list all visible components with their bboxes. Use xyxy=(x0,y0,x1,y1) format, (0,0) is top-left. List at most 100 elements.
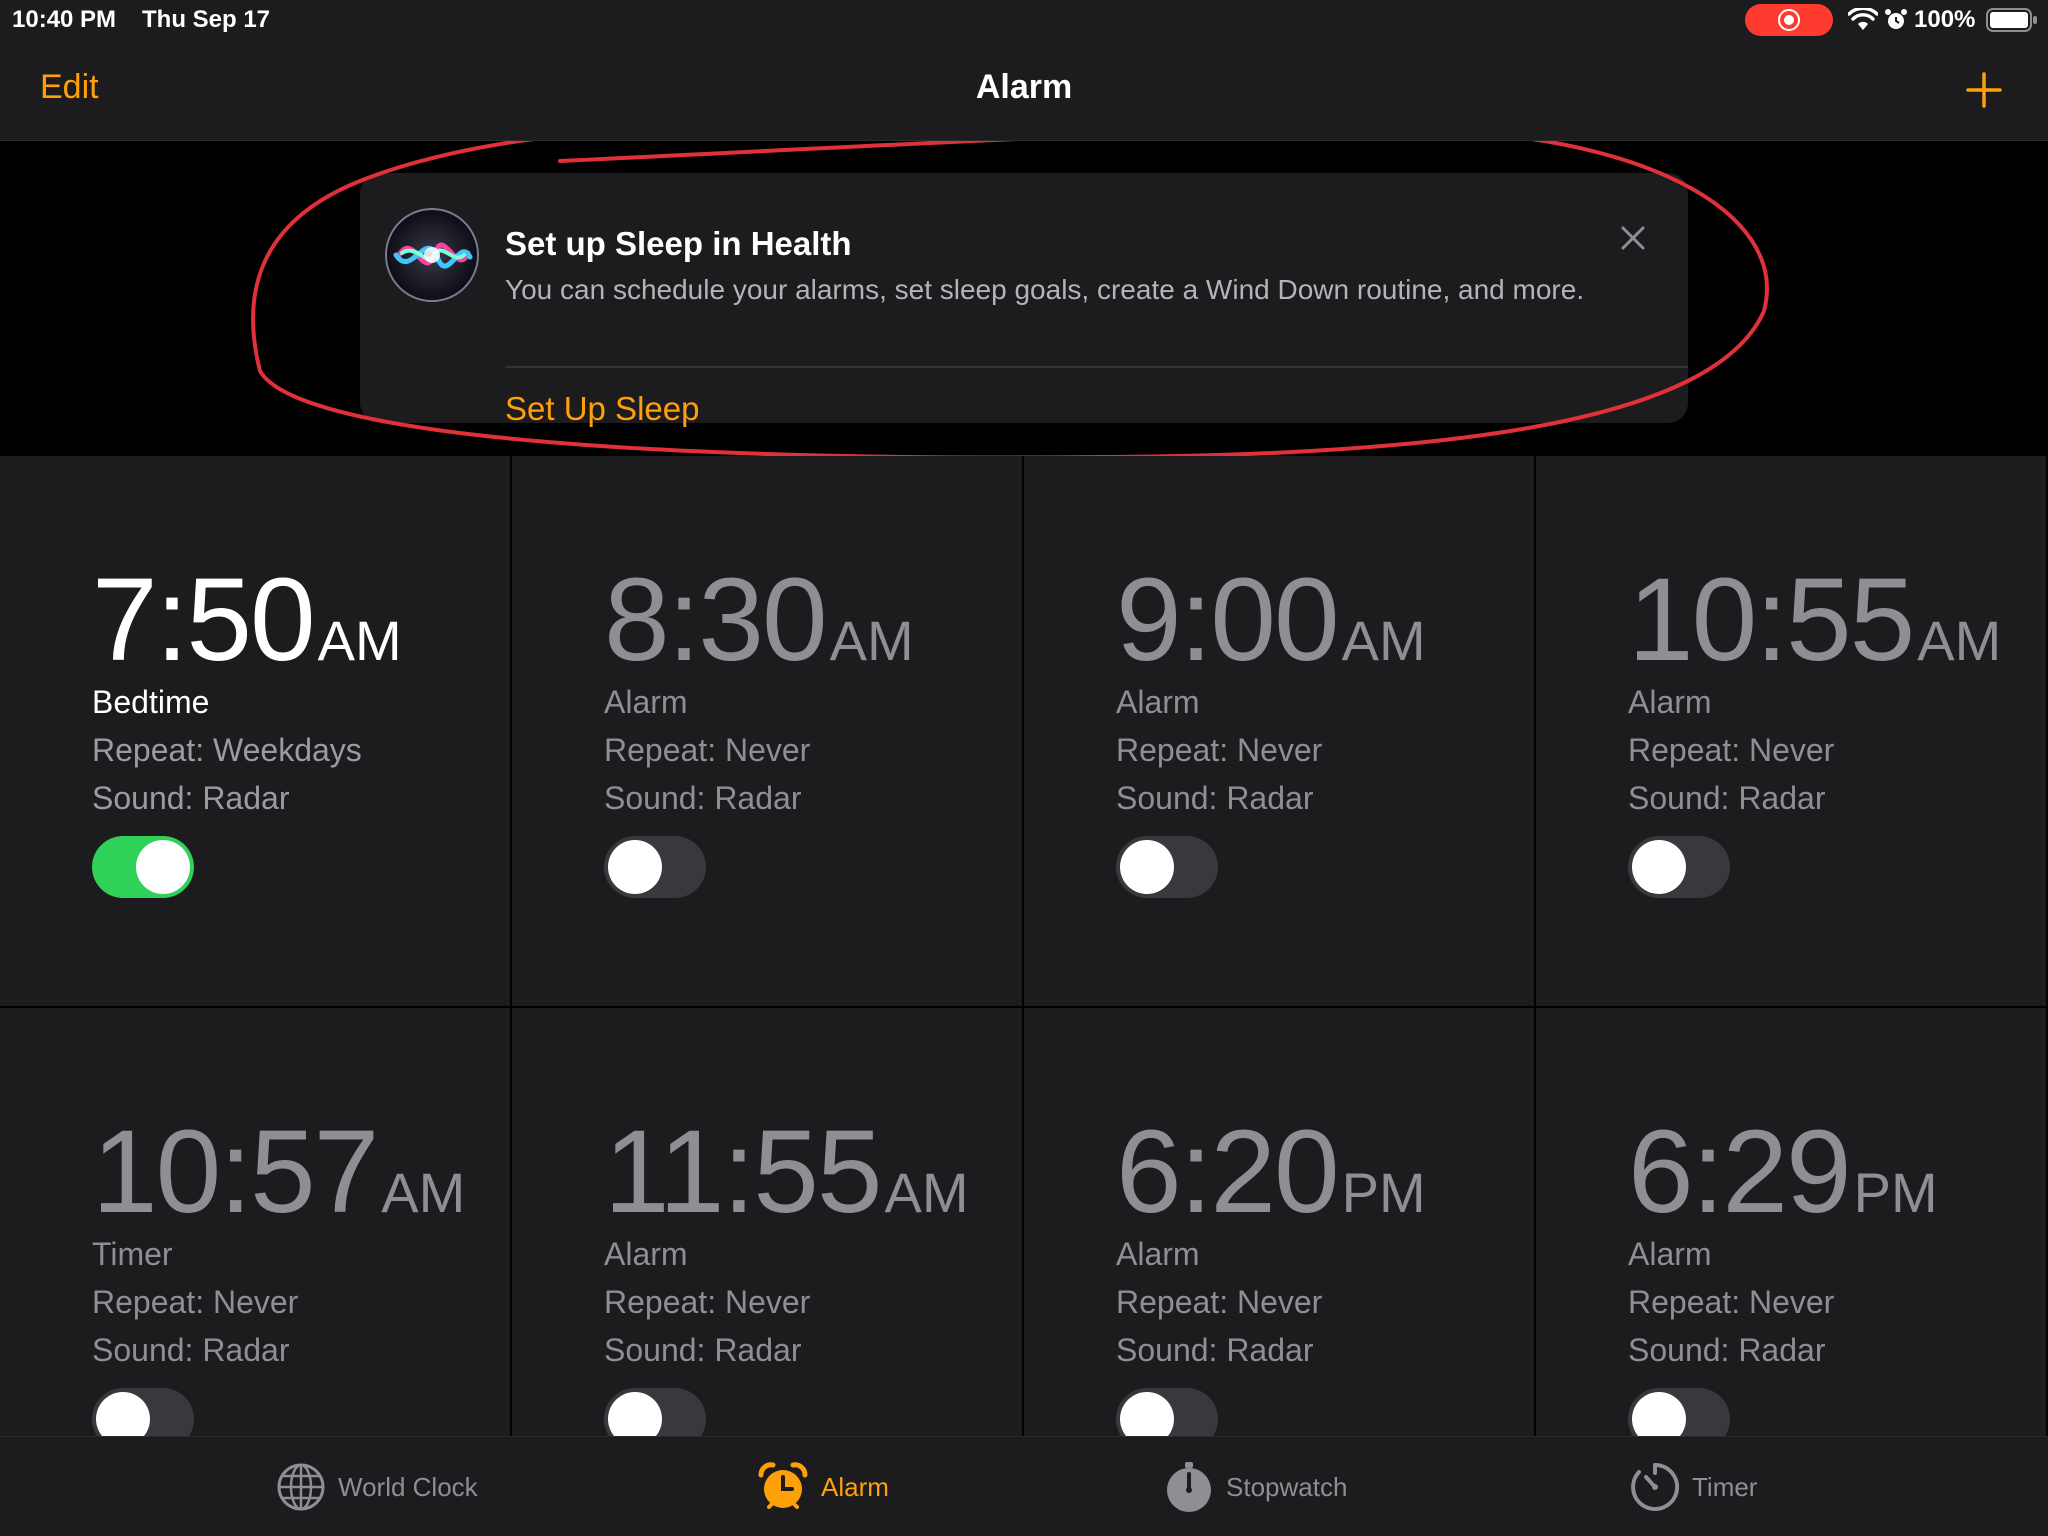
stopwatch-icon xyxy=(1167,1462,1211,1512)
alarm-time-digits: 7:50 xyxy=(92,554,316,686)
alarm-toggle[interactable] xyxy=(604,1388,706,1436)
alarm-cell[interactable]: 6:20PM Alarm Repeat: Never Sound: Radar xyxy=(1024,1008,1536,1436)
alarm-time: 8:30AM xyxy=(604,552,914,688)
plus-icon[interactable] xyxy=(1966,72,2002,108)
alarm-time-period: AM xyxy=(1341,609,1426,672)
alarm-time-period: AM xyxy=(1917,609,2002,672)
tab-timer[interactable]: Timer xyxy=(1630,1437,1757,1536)
toggle-knob xyxy=(608,1392,662,1436)
alarm-cell[interactable]: 10:57AM Timer Repeat: Never Sound: Radar xyxy=(0,1008,512,1436)
alarm-time: 6:29PM xyxy=(1628,1104,1938,1240)
alarm-time-period: AM xyxy=(829,609,914,672)
alarm-cell[interactable]: 8:30AM Alarm Repeat: Never Sound: Radar xyxy=(512,456,1024,1008)
tab-bar: World Clock Alarm Stopwatch Timer xyxy=(0,1436,2048,1536)
alarm-sound: Sound: Radar xyxy=(1628,1332,1826,1368)
alarm-repeat: Repeat: Never xyxy=(1116,1284,1323,1320)
alarm-time-digits: 11:55 xyxy=(604,1106,883,1238)
alarm-sound: Sound: Radar xyxy=(604,1332,802,1368)
globe-icon xyxy=(277,1463,325,1511)
toggle-knob xyxy=(1632,840,1686,894)
toggle-knob xyxy=(1120,840,1174,894)
tab-label: Timer xyxy=(1692,1471,1758,1502)
alarm-cell[interactable]: 9:00AM Alarm Repeat: Never Sound: Radar xyxy=(1024,456,1536,1008)
tab-label: Alarm xyxy=(821,1471,889,1502)
banner-title: Set up Sleep in Health xyxy=(505,225,852,262)
alarm-time-digits: 10:55 xyxy=(1628,554,1915,686)
alarm-repeat: Repeat: Never xyxy=(1628,1284,1835,1320)
alarm-sound: Sound: Radar xyxy=(92,1332,290,1368)
alarm-time-period: PM xyxy=(1341,1161,1426,1224)
alarm-time-period: PM xyxy=(1853,1161,1938,1224)
close-icon[interactable] xyxy=(1620,225,1646,251)
status-bar: 10:40 PM Thu Sep 17 100% xyxy=(0,0,2048,40)
alarm-time: 9:00AM xyxy=(1116,552,1426,688)
alarm-sound: Sound: Radar xyxy=(1116,1332,1314,1368)
status-date: Thu Sep 17 xyxy=(142,6,271,33)
toggle-knob xyxy=(1632,1392,1686,1436)
alarm-cell[interactable]: 10:55AM Alarm Repeat: Never Sound: Radar xyxy=(1536,456,2048,1008)
alarm-time-digits: 10:57 xyxy=(92,1106,379,1238)
tab-label: World Clock xyxy=(338,1471,478,1502)
alarm-toggle[interactable] xyxy=(1628,836,1730,898)
alarm-toggle[interactable] xyxy=(92,1388,194,1436)
alarm-repeat: Repeat: Weekdays xyxy=(92,732,362,768)
alarm-repeat: Repeat: Never xyxy=(1116,732,1323,768)
alarm-toggle[interactable] xyxy=(1116,836,1218,898)
alarm-sound: Sound: Radar xyxy=(1116,780,1314,816)
alarm-label: Alarm xyxy=(1116,684,1200,720)
sleep-setup-card: Set up Sleep in Health You can schedule … xyxy=(360,173,1688,427)
alarm-time-period: AM xyxy=(884,1161,969,1224)
status-time: 10:40 PM xyxy=(12,6,117,33)
tab-world-clock[interactable]: World Clock xyxy=(276,1437,478,1536)
alarm-label: Alarm xyxy=(1628,684,1712,720)
toggle-knob xyxy=(136,840,190,894)
wifi-icon xyxy=(1848,8,1878,30)
toggle-knob xyxy=(608,840,662,894)
alarm-time-digits: 9:00 xyxy=(1116,554,1340,686)
alarm-time: 10:57AM xyxy=(92,1104,465,1240)
alarm-sound: Sound: Radar xyxy=(1628,780,1826,816)
alarm-grid: 7:50AM Bedtime Repeat: Weekdays Sound: R… xyxy=(0,456,2048,1436)
alarm-cell[interactable]: 6:29PM Alarm Repeat: Never Sound: Radar xyxy=(1536,1008,2048,1436)
alarm-time: 10:55AM xyxy=(1628,552,2001,688)
screen-recording-icon[interactable] xyxy=(1745,4,1833,36)
battery-icon xyxy=(1986,8,2037,32)
banner-divider xyxy=(505,366,1688,368)
alarm-label: Alarm xyxy=(604,684,688,720)
alarm-repeat: Repeat: Never xyxy=(1628,732,1835,768)
timer-icon xyxy=(1631,1462,1680,1511)
toggle-knob xyxy=(96,1392,150,1436)
tab-alarm[interactable]: Alarm xyxy=(757,1437,889,1536)
siri-icon xyxy=(385,208,479,302)
alarm-time-digits: 6:29 xyxy=(1628,1106,1852,1238)
alarm-cell[interactable]: 7:50AM Bedtime Repeat: Weekdays Sound: R… xyxy=(0,456,512,1008)
screen: 10:40 PM Thu Sep 17 100% Edit Alarm Set … xyxy=(0,0,2048,1536)
record-dot xyxy=(1784,15,1794,25)
alarm-repeat: Repeat: Never xyxy=(604,732,811,768)
page-title: Alarm xyxy=(975,68,1073,106)
tab-stopwatch[interactable]: Stopwatch xyxy=(1164,1437,1347,1536)
alarm-toggle[interactable] xyxy=(92,836,194,898)
alarm-toggle[interactable] xyxy=(1116,1388,1218,1436)
alarm-toggle[interactable] xyxy=(604,836,706,898)
set-up-sleep-button[interactable]: Set Up Sleep xyxy=(505,389,699,429)
alarm-time: 11:55AM xyxy=(604,1104,969,1240)
alarm-repeat: Repeat: Never xyxy=(92,1284,299,1320)
alarm-label: Alarm xyxy=(1628,1236,1712,1272)
alarm-toggle[interactable] xyxy=(1628,1388,1730,1436)
alarm-time-digits: 8:30 xyxy=(604,554,828,686)
alarm-sound: Sound: Radar xyxy=(604,780,802,816)
alarm-clock-icon xyxy=(758,1462,808,1509)
alarm-cell[interactable]: 11:55AM Alarm Repeat: Never Sound: Radar xyxy=(512,1008,1024,1436)
banner-area: Set up Sleep in Health You can schedule … xyxy=(0,141,2048,456)
alarm-time-digits: 6:20 xyxy=(1116,1106,1340,1238)
alarm-repeat: Repeat: Never xyxy=(604,1284,811,1320)
alarm-status-icon xyxy=(1885,9,1907,29)
toggle-knob xyxy=(1120,1392,1174,1436)
alarm-time: 7:50AM xyxy=(92,552,402,688)
alarm-time-period: AM xyxy=(381,1161,466,1224)
alarm-time: 6:20PM xyxy=(1116,1104,1426,1240)
alarm-label: Timer xyxy=(92,1236,173,1272)
alarm-label: Alarm xyxy=(604,1236,688,1272)
banner-description: You can schedule your alarms, set sleep … xyxy=(505,274,1585,305)
